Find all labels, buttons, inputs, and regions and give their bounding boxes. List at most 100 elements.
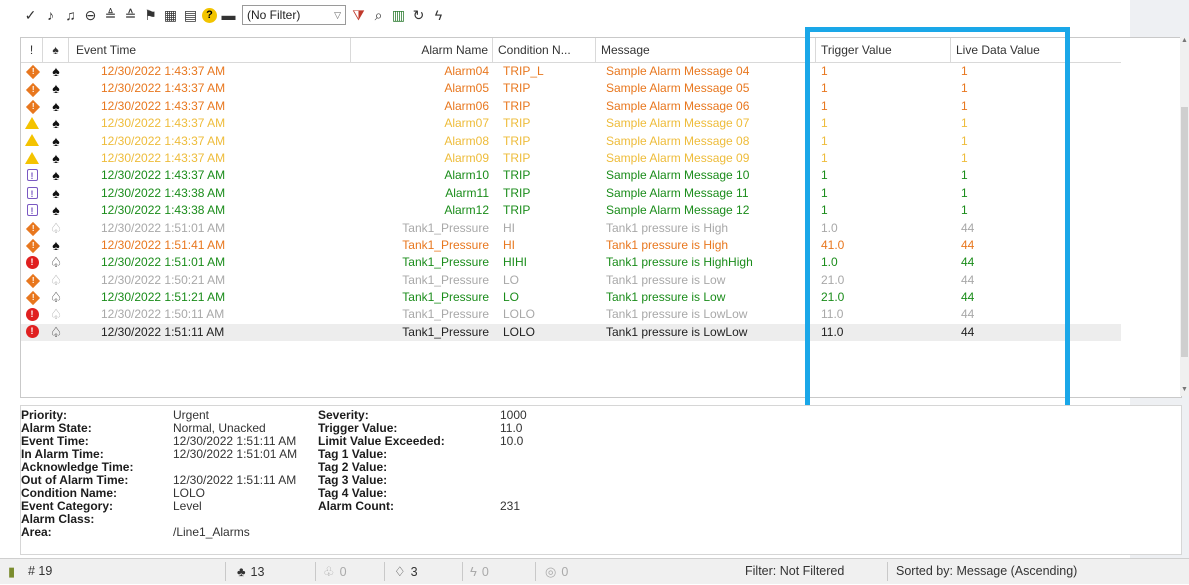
event-time-cell: 12/30/2022 1:43:37 AM <box>101 168 226 183</box>
event-time-cell: 12/30/2022 1:43:38 AM <box>101 203 226 218</box>
print-icon[interactable]: ▬ <box>220 7 237 24</box>
freeze-icon[interactable]: ϟ <box>430 7 447 24</box>
alarm-name-cell: Alarm08 <box>444 133 489 148</box>
col-live-data-value[interactable]: Live Data Value <box>951 38 1121 62</box>
table-row[interactable]: ! ♠ 12/30/2022 1:43:38 AM Alarm12 TRIP Sample… <box>21 202 1121 219</box>
table-row[interactable]: ♠ 12/30/2022 1:43:37 AM Alarm09 TRIP Sample … <box>21 150 1121 167</box>
scroll-down-icon[interactable]: ▼ <box>1180 386 1189 396</box>
alarm-name-cell: Alarm04 <box>444 64 489 78</box>
table-row[interactable]: ! ♤ 12/30/2022 1:51:01 AM Tank1_Pressure HIH… <box>21 254 1121 271</box>
col-priority[interactable]: ! <box>21 38 43 62</box>
col-condition[interactable]: Condition N... <box>493 38 596 62</box>
event-time-cell: 12/30/2022 1:43:37 AM <box>101 150 226 165</box>
alarm-name-cell: Alarm11 <box>445 185 489 200</box>
status-bar: ▮ # 19 ♣ 13 ♧ 0 ♢ 3 ϟ0 ◎ 0 Filter: Not Filte… <box>0 558 1189 584</box>
col-bell[interactable]: ♠ <box>43 38 69 62</box>
alarm-name-cell: Alarm06 <box>444 98 489 113</box>
table-row[interactable]: ♠ 12/30/2022 1:43:37 AM Alarm07 TRIP Sample … <box>21 115 1121 132</box>
table-row[interactable]: ! ♤ 12/30/2022 1:51:21 AM Tank1_Pressure LO T… <box>21 289 1121 306</box>
help-icon[interactable]: ? <box>202 7 217 23</box>
user-filter-icon[interactable]: ⚑ <box>142 7 159 24</box>
table-row[interactable]: ! ♤ 12/30/2022 1:50:21 AM Tank1_Pressure LO T… <box>21 272 1121 289</box>
priority-cell: ! <box>21 80 43 97</box>
shelved-count[interactable]: ϟ0 <box>470 559 489 584</box>
grid-header: ! ♠ Event Time Alarm Name Condition N...… <box>21 38 1121 63</box>
refresh-icon[interactable]: ↻ <box>410 7 427 24</box>
alarm-name-cell: Tank1_Pressure <box>402 237 489 252</box>
details-labels-2: Severity: Trigger Value: Limit Value Excee… <box>318 409 445 513</box>
acknowledge-icon[interactable]: ✓ <box>22 7 39 24</box>
table-row[interactable]: ! ♠ 12/30/2022 1:43:37 AM Alarm05 TRIP Sample… <box>21 80 1121 97</box>
ack-all-icon[interactable]: ♫ <box>62 7 79 24</box>
shelved-icon: ϟ <box>470 564 477 579</box>
table-row[interactable]: ! ♤ 12/30/2022 1:50:11 AM Tank1_Pressure LOL… <box>21 306 1121 323</box>
grid-scrollbar[interactable]: ▲ ▼ <box>1180 37 1189 396</box>
priority-cell <box>21 150 43 167</box>
filter-funnel-icon[interactable]: ⧩ <box>350 7 367 24</box>
alarm-name-cell: Tank1_Pressure <box>402 272 489 287</box>
detail-value: 10.0 <box>500 434 524 448</box>
table-row[interactable]: ! ♤ 12/30/2022 1:51:11 AM Tank1_Pressure LOL… <box>21 323 1121 342</box>
active-count[interactable]: ♣ 13 <box>237 559 264 584</box>
details-labels-1: Priority: Alarm State: Event Time: In Alarm… <box>21 409 133 539</box>
trigger-value-cell: 41.0 <box>821 237 845 252</box>
unack-count[interactable]: ♧ 0 <box>323 559 347 584</box>
alarm-name-cell: Tank1_Pressure <box>402 290 489 305</box>
alarm-bell-filled-icon: ♠ <box>52 236 60 253</box>
sort-desc-icon[interactable]: ≙ <box>122 7 139 24</box>
alarm-bell-outline-icon: ♤ <box>49 289 63 306</box>
scrollbar-thumb[interactable] <box>1181 107 1188 357</box>
total-count: # 19 <box>28 564 53 578</box>
search-icon[interactable]: ⌕ <box>370 7 387 24</box>
separator <box>315 562 316 581</box>
table-row[interactable]: ! ♠ 12/30/2022 1:43:38 AM Alarm11 TRIP Sample… <box>21 185 1121 202</box>
table-row[interactable]: ! ♠ 12/30/2022 1:43:37 AM Alarm04 TRIP_L Samp… <box>21 63 1121 80</box>
inactive-count[interactable]: ♢ 3 <box>394 559 418 584</box>
urgent-priority-icon: ! <box>25 325 39 339</box>
trigger-value-cell: 21.0 <box>821 272 845 287</box>
ack-selected-icon[interactable]: ♪ <box>42 7 59 24</box>
condition-cell: TRIP_L <box>503 64 544 78</box>
table-icon[interactable]: ▥ <box>390 7 407 24</box>
scroll-up-icon[interactable]: ▲ <box>1180 37 1189 47</box>
table-row[interactable]: ! ♠ 12/30/2022 1:43:37 AM Alarm10 TRIP Sample… <box>21 167 1121 184</box>
trigger-value-cell: 1 <box>821 116 828 131</box>
chevron-down-icon: ▽ <box>334 9 341 20</box>
event-time-cell: 12/30/2022 1:43:37 AM <box>101 116 226 131</box>
live-data-value-cell: 1 <box>961 150 968 165</box>
col-trigger-value[interactable]: Trigger Value <box>816 38 951 62</box>
disabled-count[interactable]: ◎ 0 <box>545 559 568 584</box>
message-cell: Tank1 pressure is HighHigh <box>606 255 753 270</box>
separator <box>384 562 385 581</box>
trigger-value-cell: 1 <box>821 185 828 200</box>
filter-dropdown[interactable]: (No Filter) ▽ <box>242 5 346 25</box>
shelve-icon[interactable]: ⊖ <box>82 7 99 24</box>
detail-label: Area: <box>21 525 52 539</box>
table-row[interactable]: ! ♤ 12/30/2022 1:51:01 AM Tank1_Pressure HI T… <box>21 220 1121 237</box>
table-row[interactable]: ! ♠ 12/30/2022 1:43:37 AM Alarm06 TRIP Sample… <box>21 98 1121 115</box>
high-priority-icon: ! <box>25 221 41 236</box>
bell-icon: ♠ <box>52 43 59 57</box>
condition-cell: TRIP <box>503 116 531 131</box>
low-priority-icon: ! <box>26 169 38 182</box>
priority-cell: ! <box>21 324 43 341</box>
alarm-bell-filled-icon: ♠ <box>52 80 60 97</box>
condition-cell: HIHI <box>503 255 527 270</box>
document-icon[interactable]: ▤ <box>182 7 199 24</box>
table-row[interactable]: ♠ 12/30/2022 1:43:37 AM Alarm08 TRIP Sample … <box>21 133 1121 150</box>
alarm-bell-outline-icon: ♤ <box>49 254 63 271</box>
live-data-value-cell: 1 <box>961 81 968 96</box>
message-cell: Tank1 pressure is LowLow <box>606 324 748 339</box>
col-alarm-name[interactable]: Alarm Name <box>351 38 493 62</box>
trigger-value-cell: 1 <box>821 64 828 78</box>
low-priority-icon: ! <box>26 203 38 216</box>
trigger-value-cell: 1.0 <box>821 220 838 235</box>
table-row[interactable]: ! ♠ 12/30/2022 1:51:41 AM Tank1_Pressure HI T… <box>21 237 1121 254</box>
high-priority-icon: ! <box>25 100 41 115</box>
priority-cell: ! <box>21 289 43 306</box>
message-cell: Sample Alarm Message 07 <box>606 116 750 131</box>
col-message[interactable]: Message <box>596 38 816 62</box>
sort-asc-icon[interactable]: ≜ <box>102 7 119 24</box>
col-event-time[interactable]: Event Time <box>69 38 351 62</box>
grid-icon[interactable]: ▦ <box>162 7 179 24</box>
